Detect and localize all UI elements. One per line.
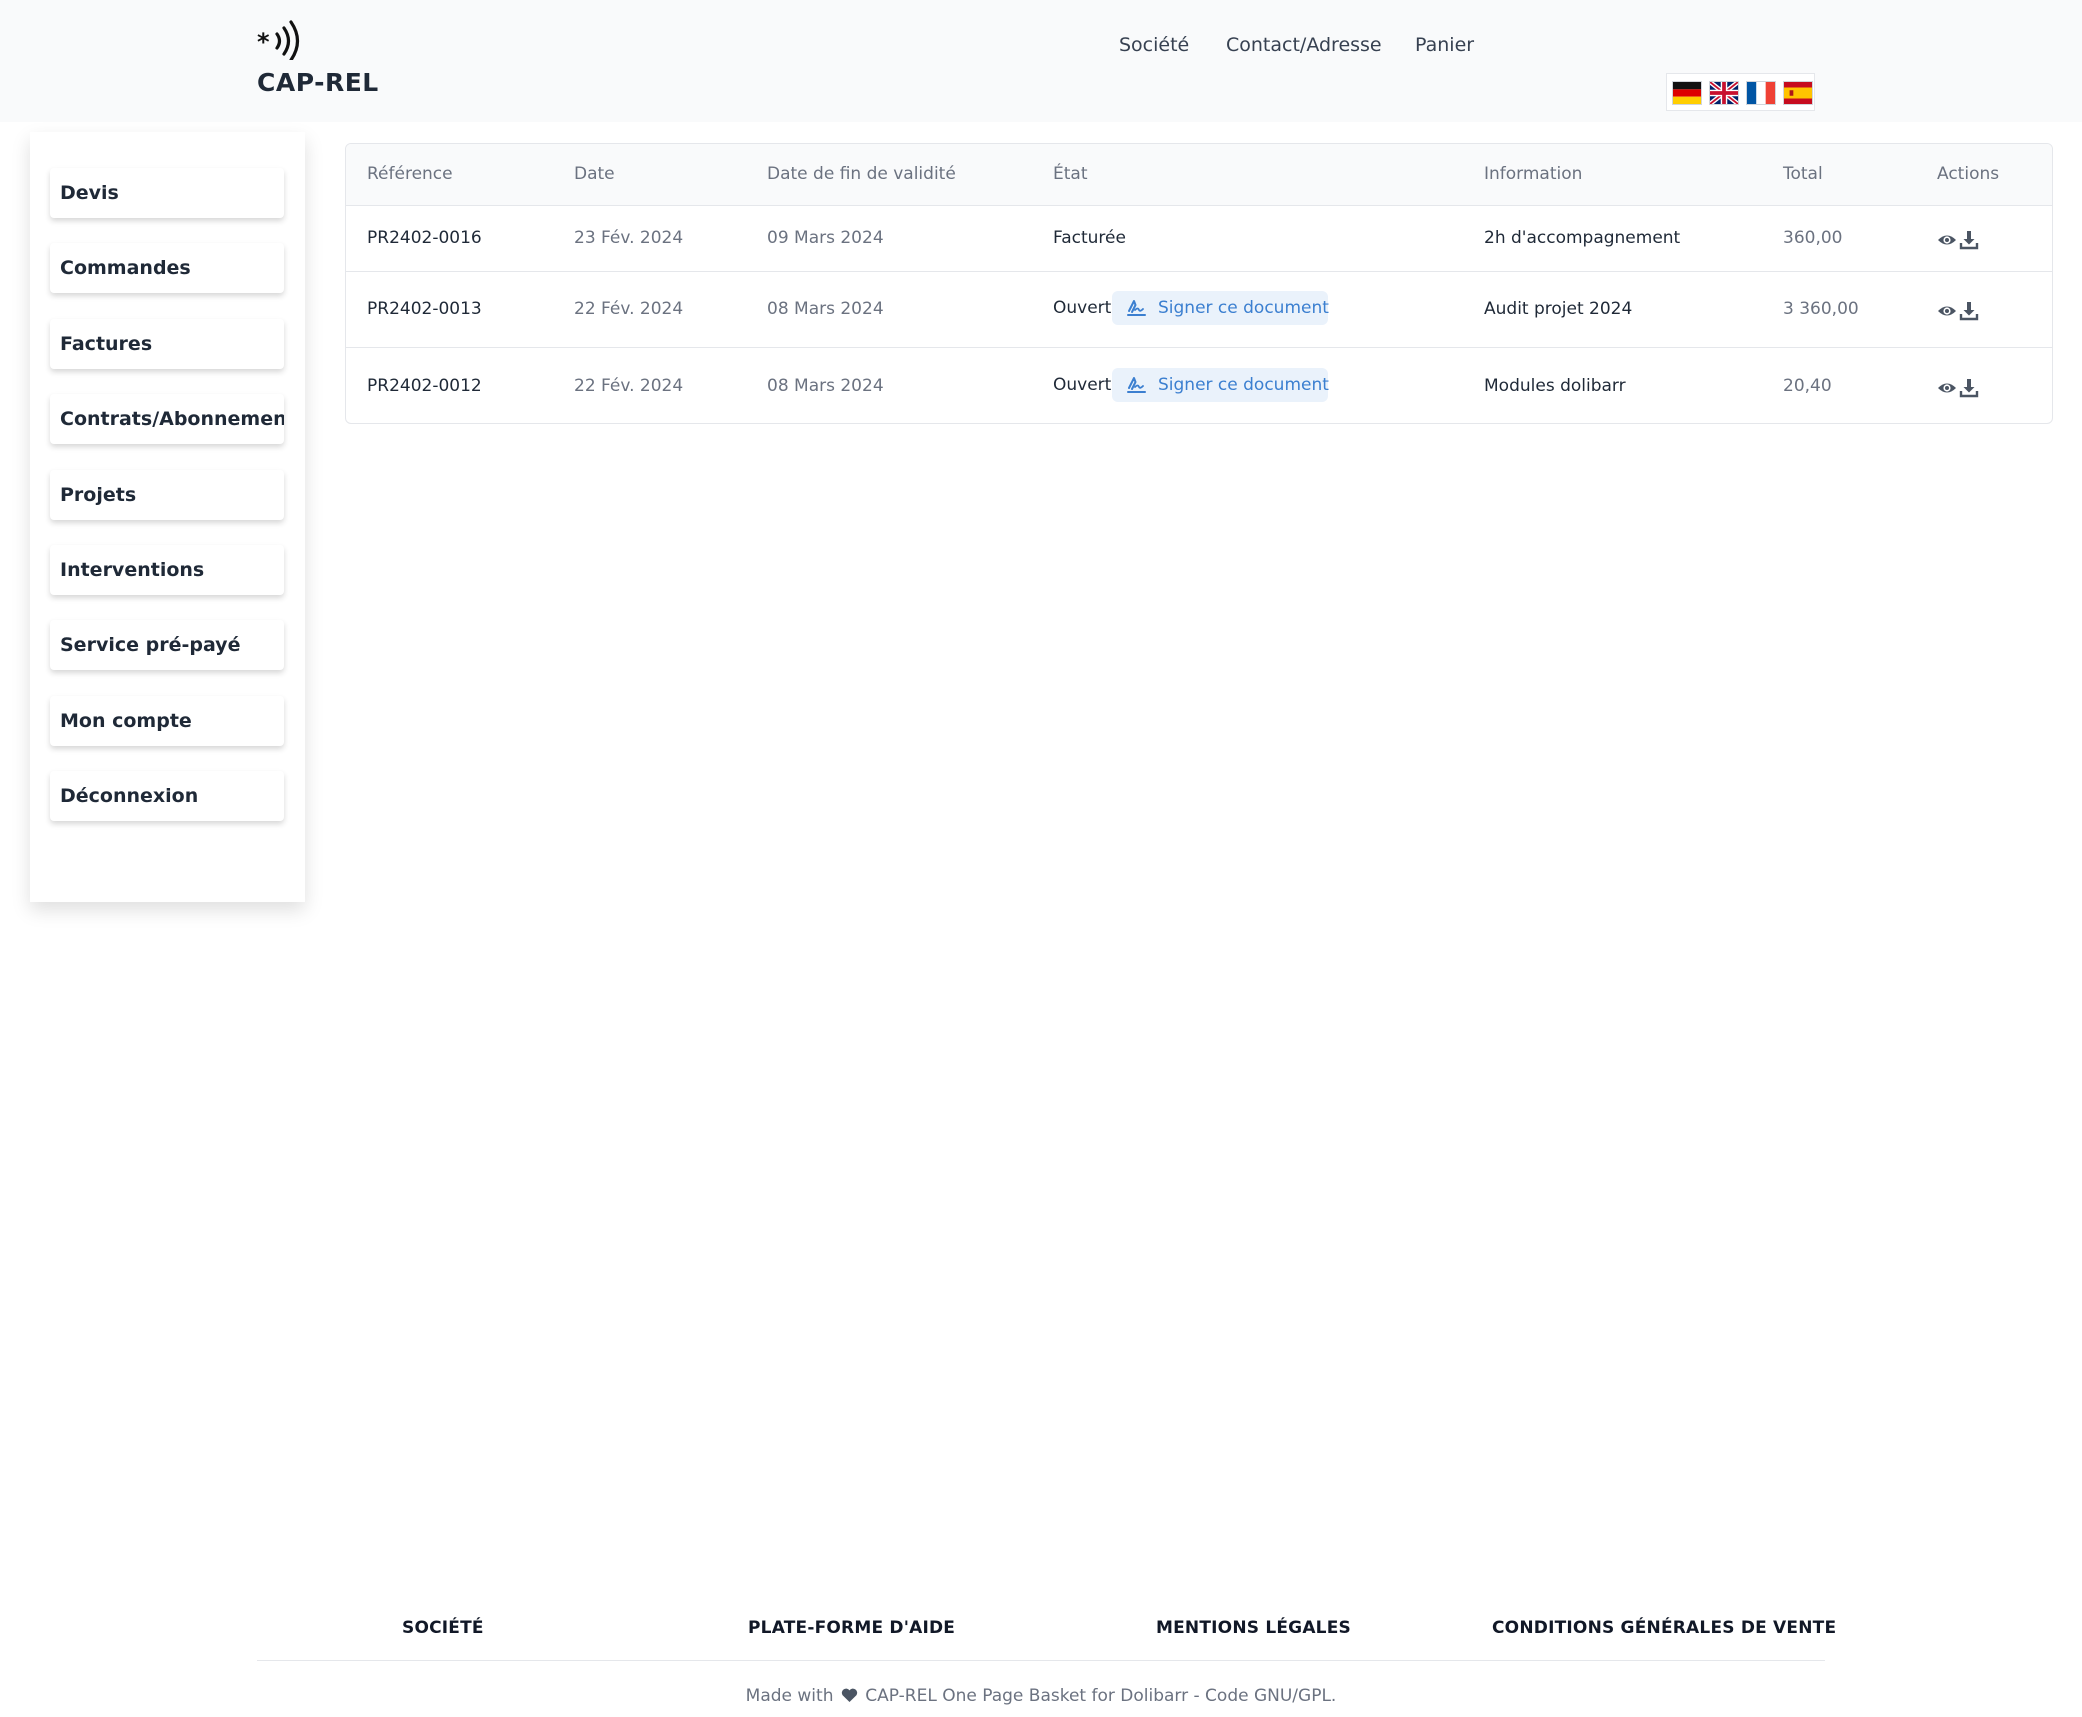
- cell-information: 2h d'accompagnement: [1484, 228, 1681, 248]
- column-header-date: Date: [574, 164, 615, 184]
- nav-item-panier[interactable]: Panier: [1415, 34, 1474, 56]
- cell-information: Modules dolibarr: [1484, 376, 1626, 396]
- cell-end-date: 09 Mars 2024: [767, 228, 884, 248]
- footer-link-societe[interactable]: SOCIÉTÉ: [402, 1618, 484, 1638]
- cell-total: 20,40: [1783, 376, 1832, 396]
- footer-divider: [257, 1660, 1825, 1661]
- column-header-state: État: [1053, 164, 1088, 184]
- table-row: PR2402-0013 22 Fév. 2024 08 Mars 2024 Ou…: [346, 271, 2052, 348]
- sign-document-label: Signer ce document: [1158, 375, 1329, 395]
- column-header-information: Information: [1484, 164, 1583, 184]
- credit-suffix: CAP-REL One Page Basket for Dolibarr - C…: [865, 1686, 1337, 1706]
- nfc-waves-icon: *: [257, 20, 300, 60]
- cell-end-date: 08 Mars 2024: [767, 299, 884, 319]
- eye-icon[interactable]: [1937, 301, 1957, 321]
- download-icon[interactable]: [1959, 230, 1979, 250]
- sign-document-button[interactable]: Signer ce document: [1112, 291, 1329, 325]
- cell-state: Facturée: [1053, 228, 1126, 248]
- svg-text:*: *: [257, 28, 270, 56]
- footer-credit: Made with CAP-REL One Page Basket for Do…: [0, 1686, 2082, 1706]
- sidebar-item-mon-compte[interactable]: Mon compte: [50, 696, 284, 746]
- cell-date: 23 Fév. 2024: [574, 228, 684, 248]
- site-header: * CAP-REL Société Contact/Adresse Panier: [0, 0, 2082, 122]
- quotes-table: Référence Date Date de fin de validité É…: [345, 143, 2053, 424]
- sign-document-label: Signer ce document: [1158, 298, 1329, 318]
- cell-information: Audit projet 2024: [1484, 299, 1633, 319]
- sidebar-item-commandes[interactable]: Commandes: [50, 243, 284, 293]
- footer-link-legal[interactable]: MENTIONS LÉGALES: [1156, 1618, 1351, 1638]
- column-header-reference: Référence: [367, 164, 453, 184]
- sidebar-item-factures[interactable]: Factures: [50, 319, 284, 369]
- cell-end-date: 08 Mars 2024: [767, 376, 884, 396]
- footer-link-terms[interactable]: CONDITIONS GÉNÉRALES DE VENTE: [1492, 1618, 1836, 1638]
- download-icon[interactable]: [1959, 301, 1979, 321]
- table-header: Référence Date Date de fin de validité É…: [346, 144, 2052, 206]
- cell-reference[interactable]: PR2402-0016: [367, 228, 482, 248]
- footer-link-help-platform[interactable]: PLATE-FORME D'AIDE: [748, 1618, 955, 1638]
- flag-uk-icon[interactable]: [1709, 81, 1739, 105]
- cell-date: 22 Fév. 2024: [574, 376, 684, 396]
- sidebar-item-service-prepaye[interactable]: Service pré-payé: [50, 620, 284, 670]
- brand-logo[interactable]: * CAP-REL: [257, 10, 417, 97]
- eye-icon[interactable]: [1937, 230, 1957, 250]
- sidebar-item-interventions[interactable]: Interventions: [50, 545, 284, 595]
- cell-reference[interactable]: PR2402-0013: [367, 299, 482, 319]
- flag-spain-icon[interactable]: [1783, 81, 1813, 105]
- sign-document-button[interactable]: Signer ce document: [1112, 368, 1329, 402]
- cell-total: 3 360,00: [1783, 299, 1859, 319]
- column-header-total: Total: [1783, 164, 1823, 184]
- nav-item-contact[interactable]: Contact/Adresse: [1226, 34, 1382, 56]
- signature-icon: [1127, 300, 1146, 316]
- column-header-end-date: Date de fin de validité: [767, 164, 956, 184]
- eye-icon[interactable]: [1937, 378, 1957, 398]
- credit-prefix: Made with: [745, 1686, 834, 1706]
- sidebar-item-projets[interactable]: Projets: [50, 470, 284, 520]
- nav-item-societe[interactable]: Société: [1119, 34, 1189, 56]
- sidebar-item-contrats[interactable]: Contrats/Abonnements: [50, 394, 284, 444]
- brand-name: CAP-REL: [257, 68, 379, 97]
- cell-reference[interactable]: PR2402-0012: [367, 376, 482, 396]
- language-switcher: [1666, 73, 1815, 111]
- cell-date: 22 Fév. 2024: [574, 299, 684, 319]
- cell-state: Ouvert: [1053, 298, 1112, 318]
- signature-icon: [1127, 377, 1146, 393]
- column-header-actions: Actions: [1937, 164, 2000, 184]
- sidebar-item-devis[interactable]: Devis: [50, 168, 284, 218]
- cell-state: Ouvert: [1053, 375, 1112, 395]
- flag-france-icon[interactable]: [1746, 81, 1776, 105]
- cell-total: 360,00: [1783, 228, 1843, 248]
- download-icon[interactable]: [1959, 378, 1979, 398]
- table-row: PR2402-0012 22 Fév. 2024 08 Mars 2024 Ou…: [346, 348, 2052, 423]
- heart-icon: [841, 1688, 858, 1702]
- table-row: PR2402-0016 23 Fév. 2024 09 Mars 2024 Fa…: [346, 206, 2052, 272]
- sidebar-item-deconnexion[interactable]: Déconnexion: [50, 771, 284, 821]
- flag-germany-icon[interactable]: [1672, 81, 1702, 105]
- sidebar: Devis Commandes Factures Contrats/Abonne…: [30, 132, 305, 902]
